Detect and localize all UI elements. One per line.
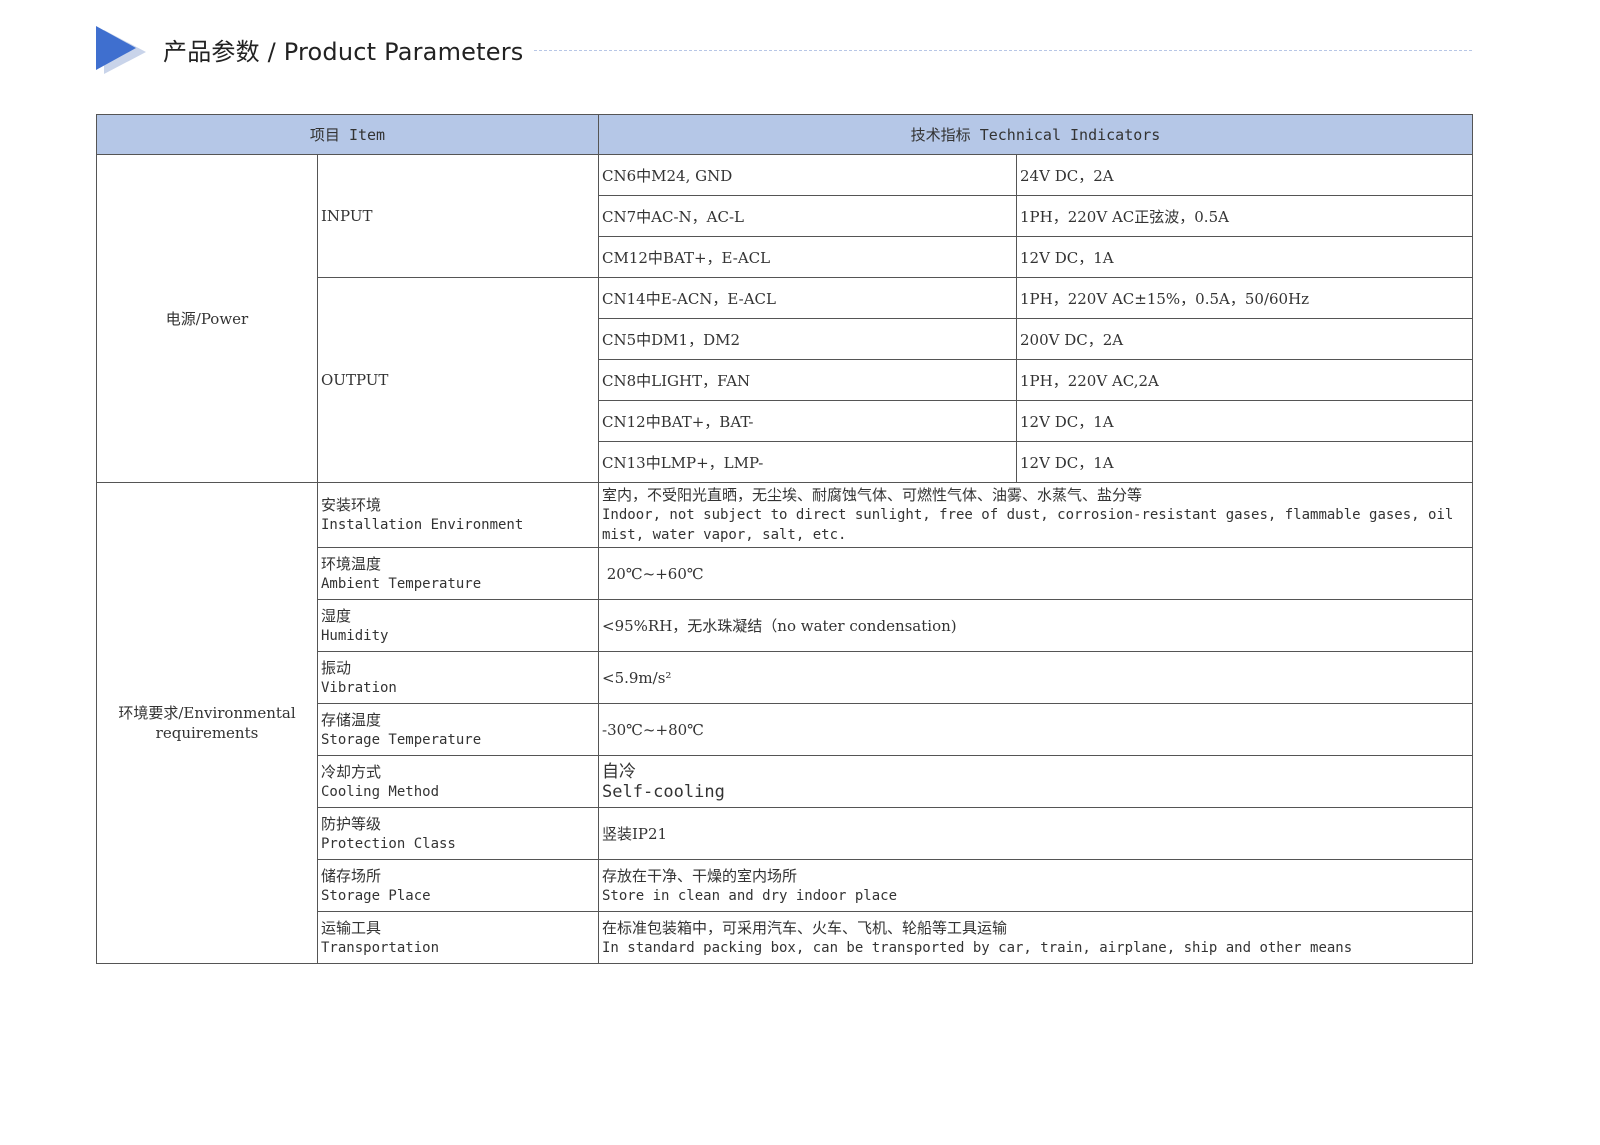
param-value-en: In standard packing box, can be transpor…	[602, 939, 1353, 956]
param-value: 自冷 Self-cooling	[598, 755, 1473, 808]
port-cell: CN12中BAT+，BAT-	[598, 400, 1017, 442]
spec-cell: 12V DC，1A	[1016, 400, 1473, 442]
spec-cell: 12V DC，1A	[1016, 236, 1473, 278]
param-value: <95%RH，无水珠凝结（no water condensation)	[598, 599, 1473, 652]
param-value-cn: 室内，不受阳光直晒，无尘埃、耐腐蚀气体、可燃性气体、油雾、水蒸气、盐分等	[602, 486, 1143, 504]
table-header-row: 项目 Item 技术指标 Technical Indicators	[96, 114, 1473, 155]
param-name-cn: 湿度	[321, 606, 352, 625]
param-name: 冷却方式 Cooling Method	[317, 755, 599, 808]
port-cell: CM12中BAT+，E-ACL	[598, 236, 1017, 278]
port-cell: CN6中M24, GND	[598, 154, 1017, 196]
table-row: 电源/Power INPUT CN6中M24, GND 24V DC，2A	[96, 154, 1473, 483]
param-name: 安装环境 Installation Environment	[317, 482, 599, 548]
port-cell: CN14中E-ACN，E-ACL	[598, 277, 1017, 319]
param-name-en: Transportation	[321, 939, 440, 956]
param-name: 湿度 Humidity	[317, 599, 599, 652]
param-value: 竖装IP21	[598, 807, 1473, 860]
section-header: 产品参数 / Product Parameters	[96, 22, 1472, 78]
param-name-en: Vibration	[321, 679, 397, 696]
param-value: 存放在干净、干燥的室内场所 Store in clean and dry ind…	[598, 859, 1473, 912]
param-value: <5.9m/s²	[598, 651, 1473, 704]
param-name: 环境温度 Ambient Temperature	[317, 547, 599, 600]
page-title: 产品参数 / Product Parameters	[163, 38, 524, 66]
param-name-cn: 防护等级	[321, 814, 382, 833]
param-value: 室内，不受阳光直晒，无尘埃、耐腐蚀气体、可燃性气体、油雾、水蒸气、盐分等 Ind…	[598, 482, 1473, 548]
param-name-en: Storage Place	[321, 887, 431, 904]
spec-cell: 1PH，220V AC,2A	[1016, 359, 1473, 401]
category-env-line1: 环境要求/Environmental	[118, 704, 296, 722]
product-parameters-table: 项目 Item 技术指标 Technical Indicators 电源/Pow…	[96, 114, 1473, 964]
param-name: 防护等级 Protection Class	[317, 807, 599, 860]
param-name: 振动 Vibration	[317, 651, 599, 704]
param-name: 存储温度 Storage Temperature	[317, 703, 599, 756]
param-value-en: Indoor, not subject to direct sunlight, …	[602, 507, 1454, 523]
param-name-en: Protection Class	[321, 835, 456, 852]
param-name-cn: 振动	[321, 658, 352, 677]
param-value-cn: 在标准包装箱中，可采用汽车、火车、飞机、轮船等工具运输	[602, 918, 1008, 937]
param-name-cn: 存储温度	[321, 710, 382, 729]
port-cell: CN13中LMP+，LMP-	[598, 441, 1017, 483]
param-name-en: Installation Environment	[321, 517, 524, 533]
param-value: -30℃~+80℃	[598, 703, 1473, 756]
param-name-cn: 冷却方式	[321, 762, 382, 781]
category-power: 电源/Power	[96, 154, 318, 483]
param-name: 储存场所 Storage Place	[317, 859, 599, 912]
category-env-line2: requirements	[155, 724, 259, 742]
spec-cell: 12V DC，1A	[1016, 441, 1473, 483]
param-value-cn: 自冷	[602, 761, 636, 782]
port-cell: CN7中AC-N，AC-L	[598, 195, 1017, 237]
spec-cell: 1PH，220V AC正弦波，0.5A	[1016, 195, 1473, 237]
param-name-en: Humidity	[321, 627, 389, 644]
param-name-cn: 储存场所	[321, 866, 382, 885]
param-name-cn: 运输工具	[321, 918, 382, 937]
param-value-en-cont: mist, water vapor, salt, etc.	[602, 527, 847, 543]
param-value-en: Store in clean and dry indoor place	[602, 887, 898, 904]
triangle-arrow-icon	[96, 26, 146, 74]
column-header-technical-indicators: 技术指标 Technical Indicators	[598, 114, 1473, 155]
param-name-en: Cooling Method	[321, 783, 440, 800]
spec-cell: 24V DC，2A	[1016, 154, 1473, 196]
spec-cell: 1PH，220V AC±15%，0.5A，50/60Hz	[1016, 277, 1473, 319]
param-name: 运输工具 Transportation	[317, 911, 599, 964]
param-name-en: Ambient Temperature	[321, 575, 482, 592]
param-value: 在标准包装箱中，可采用汽车、火车、飞机、轮船等工具运输 In standard …	[598, 911, 1473, 964]
subcategory-output: OUTPUT	[317, 277, 599, 483]
header-divider	[534, 50, 1472, 51]
port-cell: CN8中LIGHT，FAN	[598, 359, 1017, 401]
param-value: 20℃~+60℃	[598, 547, 1473, 600]
table-row: 环境要求/Environmental requirements 安装环境 Ins…	[96, 482, 1473, 964]
column-header-item: 项目 Item	[96, 114, 599, 155]
param-value-cn: 存放在干净、干燥的室内场所	[602, 866, 798, 885]
category-environmental: 环境要求/Environmental requirements	[96, 482, 318, 964]
param-value-en: Self-cooling	[602, 781, 725, 802]
param-name-cn: 安装环境	[321, 496, 382, 514]
spec-cell: 200V DC，2A	[1016, 318, 1473, 360]
port-cell: CN5中DM1，DM2	[598, 318, 1017, 360]
subcategory-input: INPUT	[317, 154, 599, 278]
param-name-cn: 环境温度	[321, 554, 382, 573]
param-name-en: Storage Temperature	[321, 731, 482, 748]
